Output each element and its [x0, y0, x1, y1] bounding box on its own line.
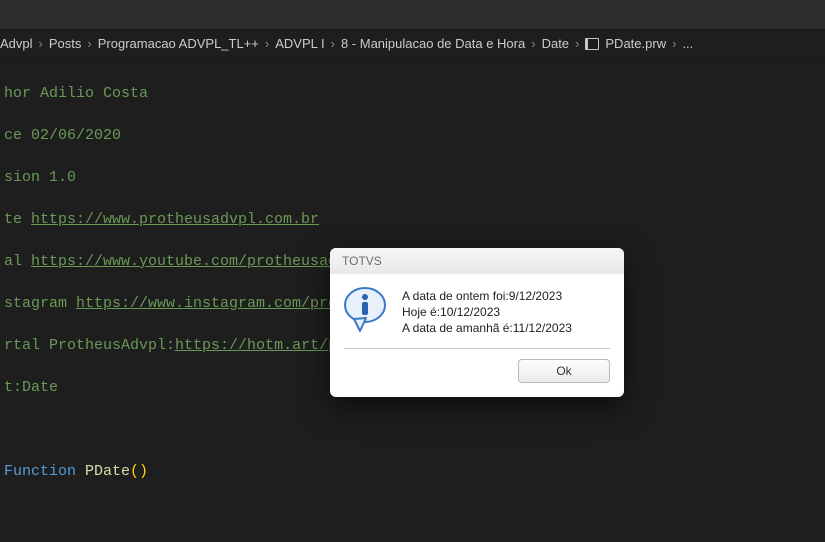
dialog-title: TOTVS [330, 248, 624, 274]
info-icon [340, 284, 390, 334]
breadcrumb-item[interactable]: Posts [49, 36, 82, 51]
chevron-right-icon: › [331, 36, 335, 51]
code-line: hor Adilio Costa [0, 83, 825, 104]
file-icon [585, 37, 599, 51]
code-line: ce 02/06/2020 [0, 125, 825, 146]
code-line [0, 419, 825, 440]
code-line: sion 1.0 [0, 167, 825, 188]
code-line: Function PDate() [0, 461, 825, 482]
breadcrumb-overflow[interactable]: ... [682, 36, 693, 51]
window-titlebar [0, 0, 825, 30]
breadcrumb: Advpl › Posts › Programacao ADVPL_TL++ ›… [0, 30, 825, 58]
breadcrumb-item[interactable]: Advpl [0, 36, 33, 51]
chevron-right-icon: › [575, 36, 579, 51]
chevron-right-icon: › [265, 36, 269, 51]
chevron-right-icon: › [531, 36, 535, 51]
breadcrumb-item[interactable]: Programacao ADVPL_TL++ [98, 36, 259, 51]
chevron-right-icon: › [39, 36, 43, 51]
dialog-line: Hoje é:10/12/2023 [402, 304, 572, 320]
breadcrumb-item[interactable]: Date [542, 36, 569, 51]
message-dialog: TOTVS A data de ontem foi:9/12/2023 Hoje… [330, 248, 624, 397]
code-line: te https://www.protheusadvpl.com.br [0, 209, 825, 230]
code-line [0, 503, 825, 524]
breadcrumb-item[interactable]: ADVPL I [275, 36, 324, 51]
dialog-message: A data de ontem foi:9/12/2023 Hoje é:10/… [402, 284, 572, 336]
chevron-right-icon: › [672, 36, 676, 51]
dialog-line: A data de ontem foi:9/12/2023 [402, 288, 572, 304]
breadcrumb-item[interactable]: 8 - Manipulacao de Data e Hora [341, 36, 525, 51]
ok-button[interactable]: Ok [518, 359, 610, 383]
breadcrumb-item[interactable]: PDate.prw [605, 36, 666, 51]
chevron-right-icon: › [87, 36, 91, 51]
dialog-line: A data de amanhã é:11/12/2023 [402, 320, 572, 336]
